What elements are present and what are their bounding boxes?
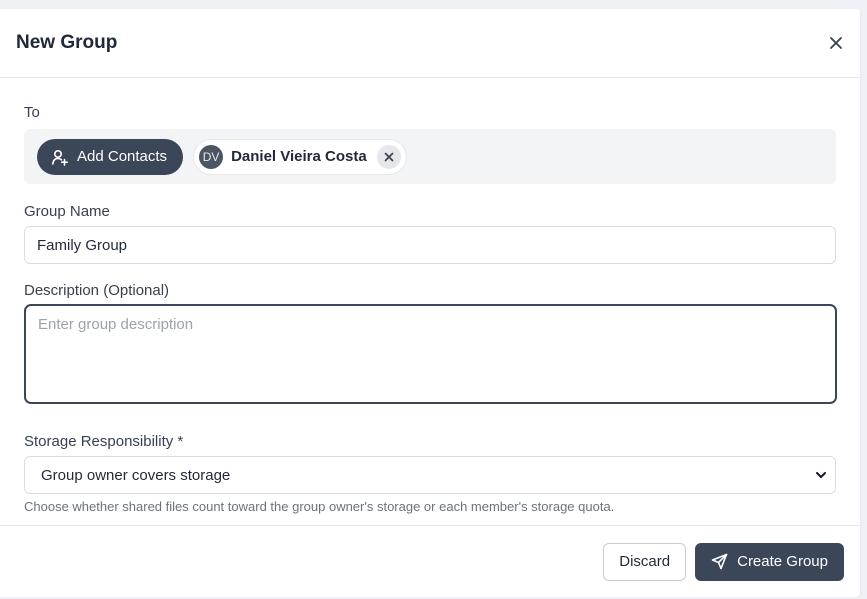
close-button[interactable] [824, 31, 848, 55]
add-contacts-label: Add Contacts [77, 148, 168, 165]
remove-contact-button[interactable] [376, 144, 401, 169]
close-icon [830, 37, 842, 49]
discard-button[interactable]: Discard [603, 542, 687, 581]
description-input[interactable] [24, 304, 837, 404]
send-icon [711, 553, 728, 570]
recipients-field[interactable]: Add Contacts DV Daniel Vieira Costa [24, 129, 836, 184]
contact-chip-name: Daniel Vieira Costa [231, 148, 367, 165]
dialog-title: New Group [16, 32, 118, 53]
storage-selected-value: Group owner covers storage [41, 466, 231, 484]
create-group-button[interactable]: Create Group [695, 542, 844, 581]
storage-select[interactable]: Group owner covers storage [24, 456, 836, 494]
contact-chip: DV Daniel Vieira Costa [193, 138, 407, 175]
create-group-label: Create Group [737, 553, 828, 570]
group-name-input[interactable] [24, 226, 836, 264]
description-label: Description (Optional) [24, 282, 170, 299]
to-label: To [24, 104, 40, 121]
group-name-label: Group Name [24, 203, 110, 220]
user-plus-icon [52, 149, 68, 166]
chevron-down-icon [816, 472, 826, 478]
dialog-footer: Discard Create Group [0, 525, 860, 597]
close-icon [384, 152, 394, 161]
storage-label: Storage Responsibility * [24, 433, 184, 450]
avatar: DV [199, 144, 224, 169]
dialog-body: To Add Contacts DV Daniel Vieira Costa G… [0, 104, 860, 514]
add-contacts-button[interactable]: Add Contacts [37, 138, 184, 175]
new-group-dialog: New Group To Add Contacts DV Daniel Viei… [0, 9, 860, 597]
dialog-header: New Group [0, 9, 860, 78]
storage-hint: Choose whether shared files count toward… [24, 499, 615, 514]
